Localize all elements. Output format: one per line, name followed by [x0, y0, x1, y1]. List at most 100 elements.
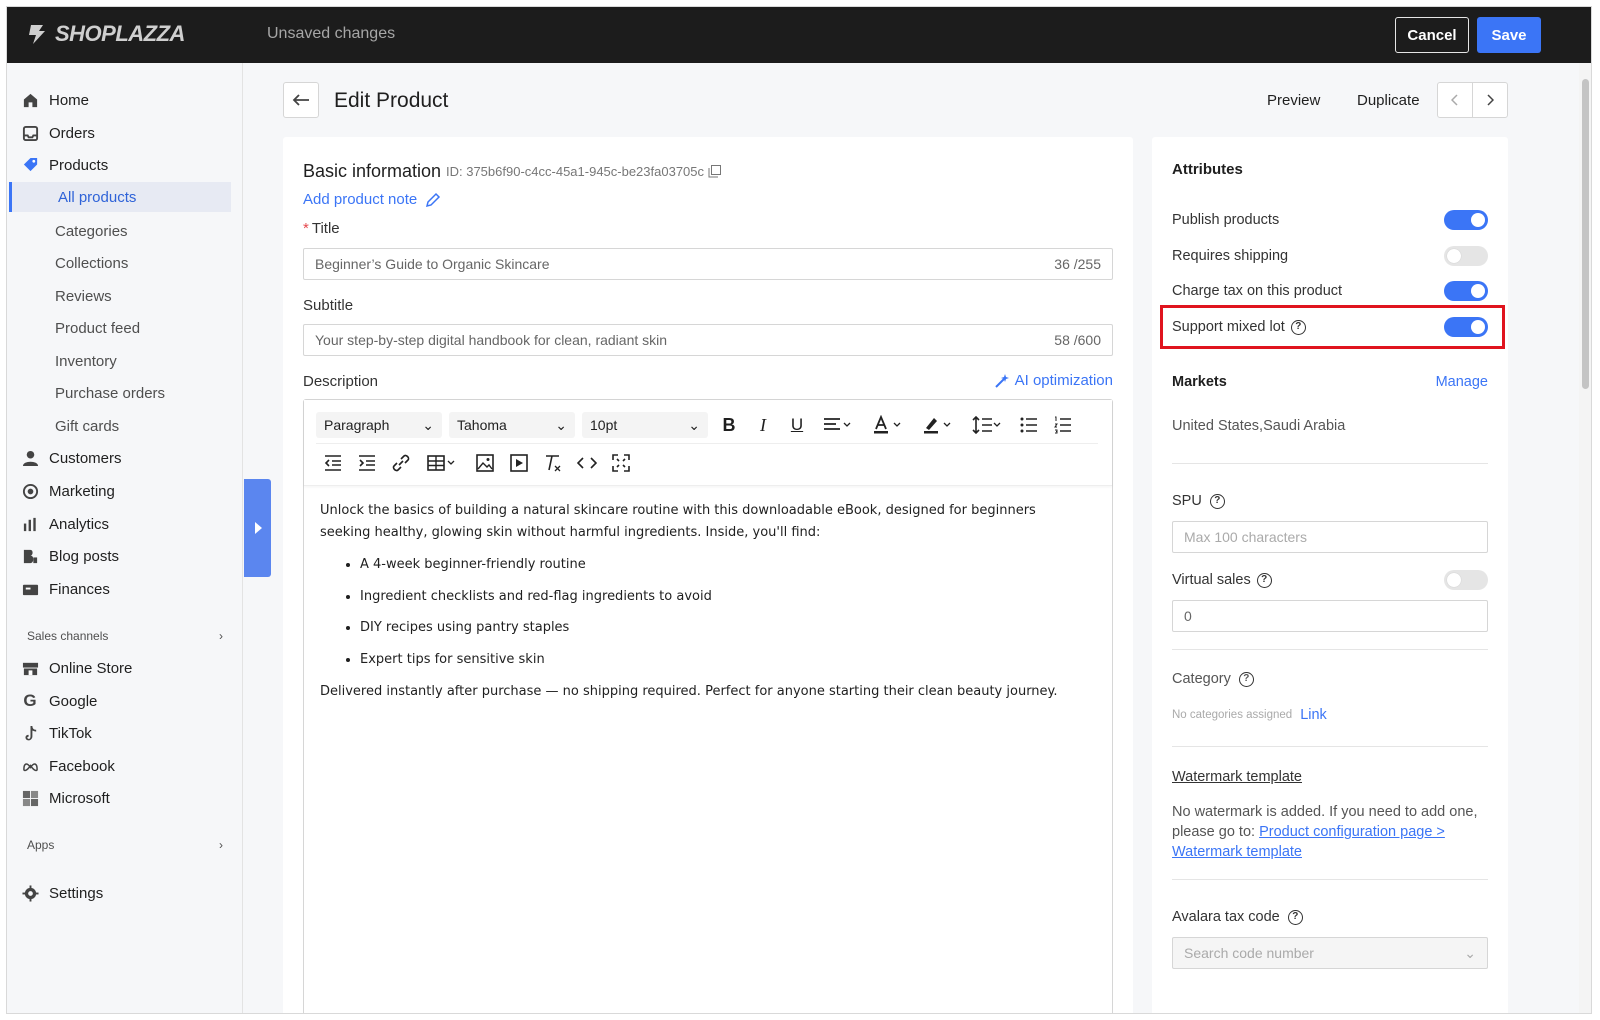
sidebar-item-products[interactable]: Products [21, 150, 108, 180]
inbox-icon [21, 124, 39, 142]
sidebar-channel-online-store[interactable]: Online Store [21, 653, 132, 683]
virtual-sales-toggle[interactable] [1444, 570, 1488, 590]
page-scrollbar[interactable] [1579, 63, 1591, 1013]
table-icon[interactable] [422, 450, 460, 476]
charge-tax-toggle[interactable] [1444, 281, 1488, 301]
section-title: Basic information [303, 161, 442, 181]
back-button[interactable] [283, 82, 319, 118]
clear-format-icon[interactable] [540, 450, 566, 476]
sidebar-item-marketing[interactable]: Marketing [21, 476, 115, 506]
avalara-label: Avalara tax code [1172, 909, 1280, 925]
chevron-down-icon: ⌄ [422, 416, 434, 433]
toggle-label: Charge tax on this product [1172, 283, 1343, 299]
indent-icon[interactable] [354, 450, 380, 476]
category-link[interactable]: Link [1300, 707, 1327, 723]
title-value: Beginner’s Guide to Organic Skincare [315, 256, 550, 272]
help-icon[interactable]: ? [1209, 493, 1225, 509]
brand-logo[interactable]: SHOPLAZZA [25, 21, 185, 47]
sidebar-channel-tiktok[interactable]: TikTok [21, 718, 92, 748]
outdent-icon[interactable] [320, 450, 346, 476]
link-icon[interactable] [388, 450, 414, 476]
help-icon[interactable]: ? [1287, 909, 1303, 925]
image-icon[interactable] [472, 450, 498, 476]
previous-product-button[interactable] [1438, 83, 1473, 117]
sidebar-item-home[interactable]: Home [21, 85, 89, 115]
sidebar-sub-categories[interactable]: Categories [55, 216, 128, 246]
align-icon[interactable] [818, 412, 856, 438]
arrow-left-icon [292, 94, 309, 106]
sidebar-sub-purchase-orders[interactable]: Purchase orders [55, 378, 165, 408]
preview-button[interactable]: Preview [1267, 92, 1320, 109]
sidebar-item-label: Online Store [49, 659, 133, 677]
apps-header[interactable]: Apps › [27, 838, 223, 852]
category-label: Category [1172, 671, 1231, 687]
bullet-list-icon[interactable] [1016, 412, 1042, 438]
sales-channels-header[interactable]: Sales channels › [27, 629, 223, 643]
sidebar-item-label: Analytics [49, 515, 110, 533]
add-product-note-link[interactable]: Add product note [303, 191, 441, 208]
sidebar-channel-microsoft[interactable]: Microsoft [21, 783, 110, 813]
font-family-select[interactable]: Tahoma ⌄ [449, 412, 575, 438]
page-title: Edit Product [334, 89, 449, 112]
outro-paragraph: Delivered instantly after purchase — no … [320, 683, 1058, 699]
subtitle-value: Your step-by-step digital handbook for c… [315, 332, 668, 348]
manage-markets-link[interactable]: Manage [1436, 374, 1488, 390]
spu-input[interactable]: Max 100 characters [1172, 521, 1488, 553]
numbered-list-icon[interactable] [1050, 412, 1076, 438]
user-icon [21, 449, 39, 467]
video-icon[interactable] [506, 450, 532, 476]
sidebar-sub-collections[interactable]: Collections [55, 248, 128, 278]
italic-icon[interactable]: I [750, 412, 776, 438]
tiktok-icon [21, 724, 39, 742]
copy-icon[interactable] [708, 165, 722, 178]
cancel-button[interactable]: Cancel [1395, 17, 1469, 53]
virtual-sales-input[interactable]: 0 [1172, 600, 1488, 632]
publish-products-toggle[interactable] [1444, 210, 1488, 230]
help-icon[interactable]: ? [1256, 572, 1272, 588]
line-height-icon[interactable] [968, 412, 1006, 438]
sidebar-item-label: Products [49, 156, 109, 174]
avalara-tax-code-select[interactable]: Search code number ⌄ [1172, 937, 1488, 969]
sidebar-channel-google[interactable]: G Google [21, 686, 97, 716]
editor-content[interactable]: Unlock the basics of building a natural … [320, 500, 1080, 703]
underline-icon[interactable]: U [784, 412, 810, 438]
caret-right-icon [254, 522, 262, 534]
divider [1172, 649, 1488, 650]
sidebar-collapse-toggle[interactable] [244, 479, 271, 577]
sidebar-sub-gift-cards[interactable]: Gift cards [55, 411, 119, 441]
sidebar-sub-inventory[interactable]: Inventory [55, 346, 117, 376]
block-format-select[interactable]: Paragraph ⌄ [316, 412, 442, 438]
next-product-button[interactable] [1473, 83, 1507, 117]
sidebar-item-analytics[interactable]: Analytics [21, 509, 109, 539]
sidebar-item-label: Facebook [49, 757, 115, 775]
text-color-icon[interactable] [868, 412, 906, 438]
help-icon[interactable]: ? [1238, 671, 1254, 687]
watermark-label: Watermark template [1172, 769, 1302, 785]
title-input[interactable]: Beginner’s Guide to Organic Skincare 36 … [303, 248, 1113, 280]
pencil-icon [426, 192, 441, 207]
fullscreen-icon[interactable] [608, 450, 634, 476]
sidebar-item-customers[interactable]: Customers [21, 443, 122, 473]
chevron-down-icon: ⌄ [688, 416, 700, 433]
product-id: ID: 375b6f90-c4cc-45a1-945c-be23fa03705c [446, 164, 722, 179]
feature-list: A 4-week beginner-friendly routine Ingre… [344, 554, 1080, 671]
bold-icon[interactable]: B [716, 412, 742, 438]
sidebar-channel-facebook[interactable]: Facebook [21, 751, 115, 781]
ai-optimization-button[interactable]: AI optimization [994, 372, 1113, 389]
scrollbar-thumb[interactable] [1582, 79, 1589, 389]
requires-shipping-toggle[interactable] [1444, 246, 1488, 266]
sidebar-sub-all-products[interactable]: All products [9, 182, 231, 212]
sidebar-sub-product-feed[interactable]: Product feed [55, 313, 140, 343]
source-code-icon[interactable] [574, 450, 600, 476]
subtitle-input[interactable]: Your step-by-step digital handbook for c… [303, 324, 1113, 356]
sidebar-sub-reviews[interactable]: Reviews [55, 281, 112, 311]
sidebar-item-settings[interactable]: Settings [21, 878, 103, 908]
duplicate-button[interactable]: Duplicate [1357, 92, 1420, 109]
virtual-sales-label-wrap: Virtual sales ? [1172, 572, 1272, 588]
highlight-icon[interactable] [918, 412, 956, 438]
sidebar-item-finances[interactable]: Finances [21, 574, 110, 604]
save-button[interactable]: Save [1477, 17, 1541, 53]
sidebar-item-blog-posts[interactable]: Blog posts [21, 541, 119, 571]
font-size-select[interactable]: 10pt ⌄ [582, 412, 708, 438]
sidebar-item-orders[interactable]: Orders [21, 118, 95, 148]
